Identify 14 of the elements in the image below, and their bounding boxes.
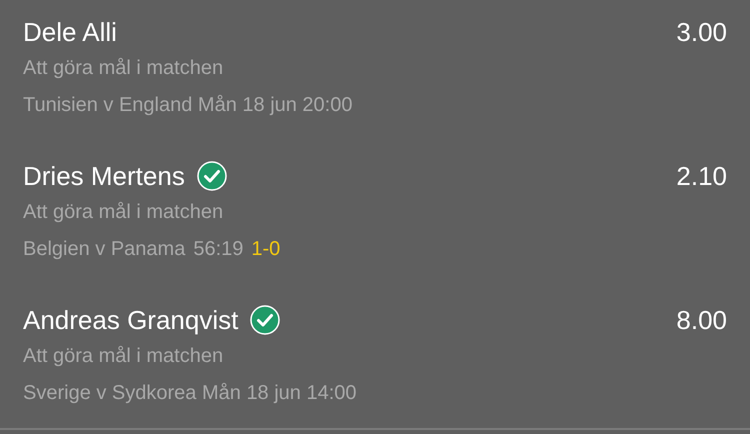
player-name: Dries Mertens [23, 160, 185, 193]
odds: 2.10 [676, 160, 727, 193]
match-info: Sverige v Sydkorea Mån 18 jun 14:00 [23, 381, 357, 406]
market-label: Att göra mål i matchen [23, 200, 224, 225]
match-clock: 56:19 [193, 237, 244, 262]
player-name: Dele Alli [23, 16, 117, 49]
market-label: Att göra mål i matchen [23, 344, 224, 369]
player-name: Andreas Granqvist [23, 304, 238, 337]
odds: 3.00 [676, 16, 727, 49]
match-score: 1-0 [251, 237, 280, 262]
market-label: Att göra mål i matchen [23, 56, 224, 81]
odds: 8.00 [676, 304, 727, 337]
match-info: Belgien v Panama [23, 237, 186, 262]
match-info: Tunisien v England Mån 18 jun 20:00 [23, 93, 352, 118]
